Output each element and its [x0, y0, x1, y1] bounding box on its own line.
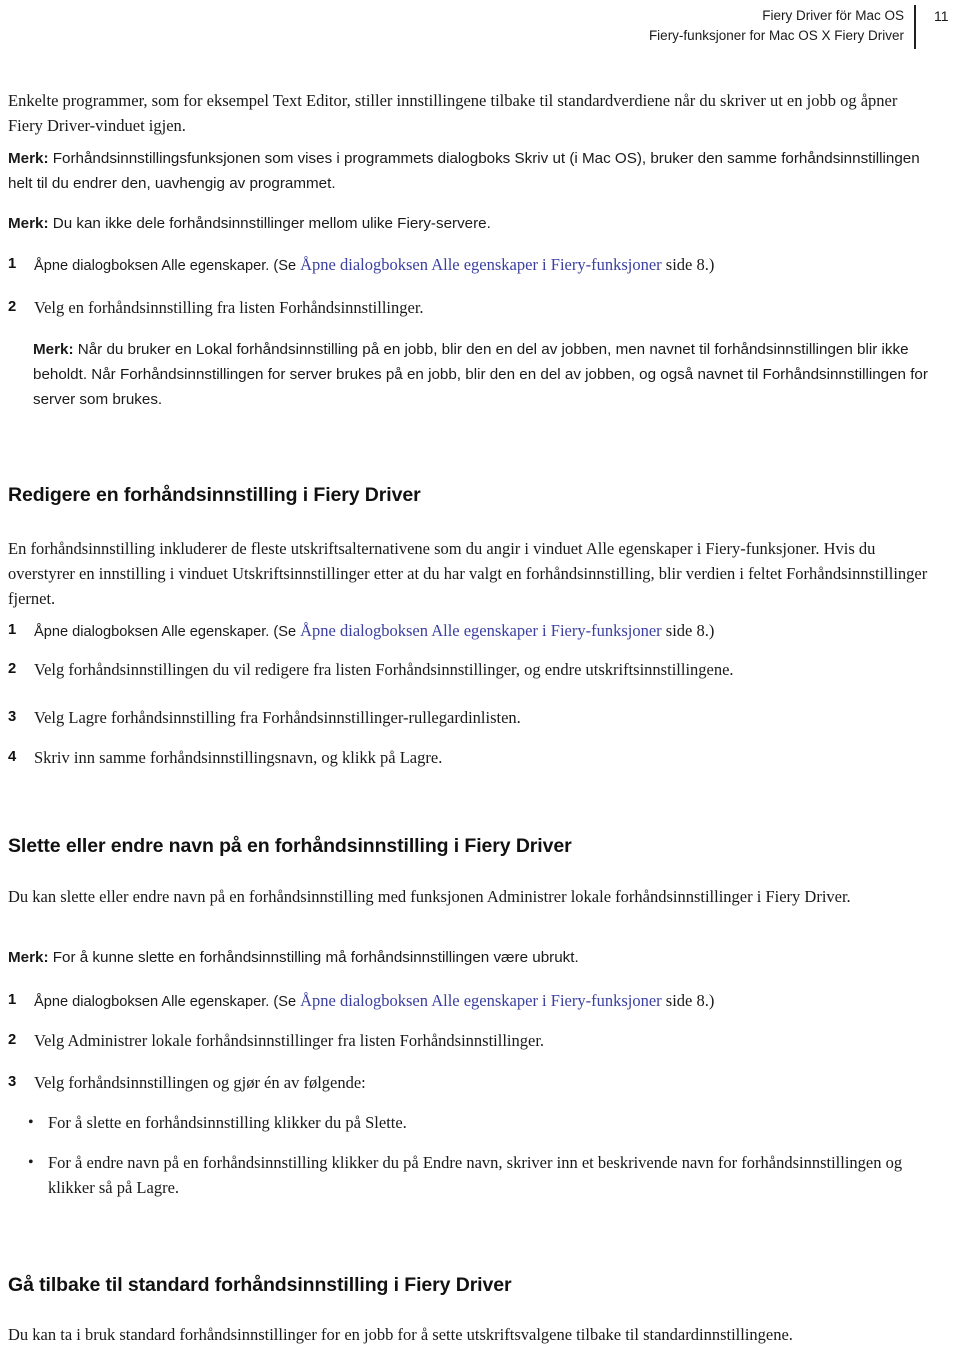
list-item: 2 Velg forhåndsinnstillingen du vil redi… — [8, 657, 932, 682]
page-number: 11 — [934, 8, 949, 24]
list-item-text: Velg forhåndsinnstillingen og gjør én av… — [34, 1073, 366, 1092]
note-label: Merk: — [8, 150, 49, 167]
header-title-block: Fiery Driver för Mac OS Fiery-funksjoner… — [649, 6, 904, 46]
list-item-number: 4 — [8, 749, 17, 765]
list-item-text: Velg Lagre forhåndsinnstilling fra Forhå… — [34, 708, 521, 727]
page-header: Fiery Driver för Mac OS Fiery-funksjoner… — [0, 0, 960, 58]
list-item: 2 Velg en forhåndsinnstilling fra listen… — [8, 295, 932, 320]
bullet-icon: • — [28, 1154, 34, 1171]
cross-reference-link[interactable]: Åpne dialogboksen Alle egenskaper i Fier… — [300, 255, 662, 274]
list-item: 1 Åpne dialogboksen Alle egenskaper. (Se… — [8, 618, 932, 645]
header-title-secondary: Fiery-funksjoner for Mac OS X Fiery Driv… — [648, 28, 904, 43]
list-item-text: Velg en forhåndsinnstilling fra listen F… — [34, 298, 424, 317]
list-item-number: 1 — [8, 992, 17, 1008]
list-item-text: Skriv inn samme forhåndsinnstillingsnavn… — [34, 748, 443, 767]
bullet-icon: • — [28, 1114, 34, 1131]
list-item: 1 Åpne dialogboksen Alle egenskaper. (Se… — [8, 988, 932, 1015]
step-text-pre: Åpne dialogboksen Alle egenskaper. (Se — [34, 258, 301, 274]
list-item-number: 2 — [8, 299, 17, 315]
list-item-number: 2 — [8, 661, 17, 677]
list-item: 3 Velg Lagre forhåndsinnstilling fra For… — [8, 705, 932, 730]
note-no-sharing: Merk: Du kan ikke dele forhåndsinnstilli… — [8, 211, 932, 236]
list-item: 2 Velg Administrer lokale forhåndsinnsti… — [8, 1028, 932, 1053]
header-divider — [914, 5, 916, 49]
section-heading-delete-rename-preset: Slette eller endre navn på en forhåndsin… — [8, 835, 572, 857]
note-text: Forhåndsinnstillingsfunksjonen som vises… — [8, 150, 920, 192]
list-item: 3 Velg forhåndsinnstillingen og gjør én … — [8, 1070, 932, 1095]
list-item-text: Åpne dialogboksen Alle egenskaper. (Se Å… — [34, 618, 932, 645]
list-item-number: 2 — [8, 1032, 17, 1048]
cross-reference-link[interactable]: Åpne dialogboksen Alle egenskaper i Fier… — [300, 991, 662, 1010]
note-text: Du kan ikke dele forhåndsinnstillinger m… — [52, 215, 491, 232]
intro-paragraph: Enkelte programmer, som for eksempel Tex… — [8, 91, 898, 135]
section-default-paragraph: Du kan ta i bruk standard forhåndsinnsti… — [8, 1325, 793, 1344]
document-page: Fiery Driver för Mac OS Fiery-funksjoner… — [0, 0, 960, 1370]
note-text: For å kunne slette en forhåndsinnstillin… — [52, 949, 579, 966]
list-item-text: For å slette en forhåndsinnstilling klik… — [48, 1113, 407, 1132]
list-item: 4 Skriv inn samme forhåndsinnstillingsna… — [8, 745, 932, 770]
step-text-pre: Åpne dialogboksen Alle egenskaper. (Se — [34, 994, 301, 1010]
note-label: Merk: — [8, 949, 49, 966]
list-item: • For å slette en forhåndsinnstilling kl… — [28, 1110, 932, 1135]
section-heading-edit-preset: Redigere en forhåndsinnstilling i Fiery … — [8, 484, 421, 506]
cross-reference-link[interactable]: Åpne dialogboksen Alle egenskaper i Fier… — [300, 621, 662, 640]
step-text-post: side 8.) — [661, 991, 715, 1010]
list-item-number: 3 — [8, 709, 17, 725]
note-delete-unused: Merk: For å kunne slette en forhåndsinns… — [8, 945, 932, 970]
list-item-text: For å endre navn på en forhåndsinnstilli… — [48, 1153, 903, 1197]
list-item-text: Velg Administrer lokale forhåndsinnstill… — [34, 1031, 545, 1050]
note-label: Merk: — [8, 215, 49, 232]
note-label: Merk: — [33, 341, 74, 358]
section-delete-paragraph: Du kan slette eller endre navn på en for… — [8, 887, 851, 906]
step-text-post: side 8.) — [661, 621, 715, 640]
note-preset-dialog: Merk: Forhåndsinnstillingsfunksjonen som… — [8, 146, 932, 196]
section-edit-paragraph: En forhåndsinnstilling inkluderer de fle… — [8, 539, 928, 608]
step-text-pre: Åpne dialogboksen Alle egenskaper. (Se — [34, 624, 301, 640]
note-text: Når du bruker en Lokal forhåndsinnstilli… — [33, 341, 928, 408]
list-item: 1 Åpne dialogboksen Alle egenskaper. (Se… — [8, 252, 932, 279]
header-title-primary: Fiery Driver för Mac OS — [762, 8, 904, 23]
list-item-number: 1 — [8, 256, 17, 272]
list-item-text: Velg forhåndsinnstillingen du vil redige… — [34, 660, 734, 679]
list-item: • For å endre navn på en forhåndsinnstil… — [28, 1150, 932, 1200]
list-item-text: Åpne dialogboksen Alle egenskaper. (Se Å… — [34, 252, 932, 279]
list-item-number: 3 — [8, 1074, 17, 1090]
section-heading-revert-default-preset: Gå tilbake til standard forhåndsinnstill… — [8, 1274, 512, 1296]
list-item-number: 1 — [8, 622, 17, 638]
note-local-preset: Merk: Når du bruker en Lokal forhåndsinn… — [33, 337, 932, 412]
list-item-text: Åpne dialogboksen Alle egenskaper. (Se Å… — [34, 988, 932, 1015]
step-text-post: side 8.) — [661, 255, 715, 274]
